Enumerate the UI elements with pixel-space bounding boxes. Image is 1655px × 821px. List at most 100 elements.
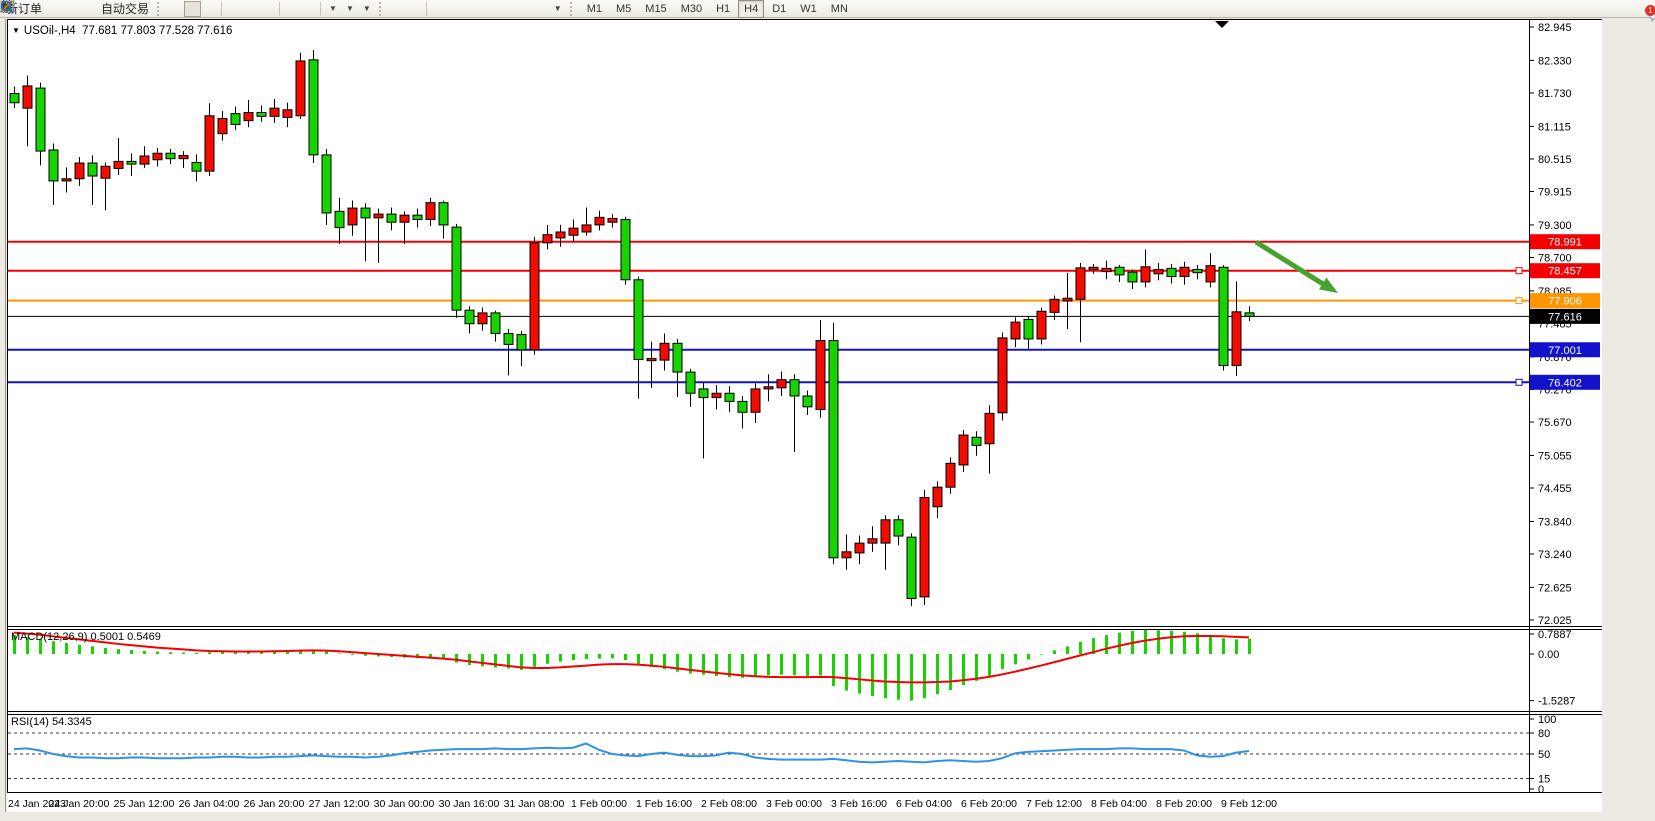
rsi-value: 54.3345: [52, 716, 92, 728]
signals-icon[interactable]: [80, 1, 97, 17]
crosshair-icon[interactable]: [406, 1, 423, 17]
chart-dropdown-icon[interactable]: ▼: [12, 26, 20, 35]
candle-body: [465, 310, 474, 324]
candle-body: [1063, 298, 1072, 301]
hline-handle: [1516, 268, 1522, 274]
chart-ohlc: 77.681 77.803 77.528 77.616: [82, 25, 232, 37]
timeframe-M15[interactable]: M15: [639, 0, 672, 18]
cursor-icon[interactable]: [389, 1, 406, 17]
rsi-indicator-label: RSI(14) 54.3345: [11, 716, 92, 728]
price-tick: 82.330: [1538, 55, 1572, 67]
terminal-icon[interactable]: [63, 1, 80, 17]
toolbar-separator: [221, 2, 222, 16]
chart-canvas[interactable]: 82.94582.33081.73081.11580.51579.91579.3…: [0, 19, 1655, 821]
candle-body: [452, 227, 461, 310]
time-label: 26 Jan 04:00: [179, 798, 240, 810]
price-tick: 79.915: [1538, 187, 1572, 199]
time-label: 8 Feb 04:00: [1091, 798, 1147, 810]
candle-body: [1206, 266, 1215, 282]
timeframe-W1[interactable]: W1: [794, 0, 823, 18]
line-chart-icon[interactable]: [201, 1, 218, 17]
time-label: 8 Feb 20:00: [1156, 798, 1212, 810]
candle-body: [517, 335, 526, 350]
price-tick: 72.025: [1538, 615, 1572, 627]
candle-body: [192, 162, 201, 171]
autotrading-label: 自动交易: [101, 0, 149, 17]
candle-body: [36, 88, 45, 151]
candle-body: [985, 413, 994, 443]
price-line-label-text: 77.001: [1548, 345, 1582, 357]
candle-body: [582, 225, 591, 232]
candle-body: [1219, 267, 1228, 365]
text-icon[interactable]: A: [515, 1, 532, 17]
text-label-icon[interactable]: T: [532, 1, 549, 17]
trendline-icon[interactable]: [464, 1, 481, 17]
hline-handle: [1516, 379, 1522, 385]
profiles-icon[interactable]: [46, 1, 63, 17]
rsi-tick: 50: [1538, 749, 1550, 761]
candle-body: [10, 94, 19, 103]
search-icon[interactable]: [0, 0, 14, 14]
candle-body: [647, 359, 656, 361]
price-tick: 75.670: [1538, 417, 1572, 429]
fibonacci-icon[interactable]: F: [498, 1, 515, 17]
zoom-out-icon[interactable]: [242, 1, 259, 17]
candle-body: [686, 372, 695, 393]
candle-body: [23, 86, 32, 108]
candle-body: [1128, 272, 1137, 282]
rsi-tick: 0: [1538, 784, 1544, 796]
bar-chart-icon[interactable]: [167, 1, 184, 17]
time-label: 6 Feb 20:00: [961, 798, 1017, 810]
timeframe-D1[interactable]: D1: [766, 0, 792, 18]
chart-symbol: USOil-,H4: [24, 25, 76, 37]
toolbar-separator: [279, 2, 280, 16]
candle-body: [972, 437, 981, 445]
price-tick: 80.515: [1538, 154, 1572, 166]
candle-body: [244, 113, 253, 121]
time-label: 24 Jan 20:00: [49, 798, 110, 810]
timeframe-M30[interactable]: M30: [675, 0, 708, 18]
candle-body: [205, 116, 214, 171]
time-label: 2 Feb 08:00: [701, 798, 757, 810]
candlestick-chart-icon[interactable]: [184, 1, 201, 17]
candle-body: [1076, 268, 1085, 299]
zoom-in-icon[interactable]: [225, 1, 242, 17]
equidistant-channel-icon[interactable]: E: [481, 1, 498, 17]
timeframe-H1[interactable]: H1: [710, 0, 736, 18]
horizontal-line-icon[interactable]: [447, 1, 464, 17]
candle-body: [998, 338, 1007, 413]
price-tick: 72.625: [1538, 582, 1572, 594]
candle-body: [608, 218, 617, 222]
new-chart-button[interactable]: ▼: [324, 1, 341, 17]
time-label: 30 Jan 00:00: [374, 798, 435, 810]
toolbar-grip: [157, 2, 164, 16]
rsi-name: RSI(14): [11, 716, 49, 728]
timeframe-M5[interactable]: M5: [610, 0, 637, 18]
candle-body: [829, 341, 838, 558]
candle-body: [1154, 269, 1163, 273]
tile-windows-icon[interactable]: [259, 1, 276, 17]
autotrading-button[interactable]: 自动交易: [97, 1, 153, 17]
periods-button[interactable]: ▼: [341, 1, 358, 17]
price-line-label-text: 78.457: [1548, 266, 1582, 278]
candle-body: [868, 539, 877, 543]
timeframe-toolbar: M1M5M15M30H1H4D1W1MN: [580, 0, 855, 18]
candle-body: [101, 166, 110, 178]
timeframe-M1[interactable]: M1: [581, 0, 608, 18]
candle-body: [348, 208, 357, 225]
timeframe-MN[interactable]: MN: [825, 0, 854, 18]
indicators-button[interactable]: ▼: [358, 1, 375, 17]
arrows-tool-button[interactable]: ▼: [549, 1, 566, 17]
price-tick: 79.300: [1538, 220, 1572, 232]
price-tick: 78.700: [1538, 253, 1572, 265]
candle-body: [426, 203, 435, 220]
timeframe-H4[interactable]: H4: [738, 0, 764, 18]
time-label: 31 Jan 08:00: [504, 798, 565, 810]
candle-body: [803, 396, 812, 407]
step-forward-icon[interactable]: [300, 1, 317, 17]
vertical-line-icon[interactable]: [430, 1, 447, 17]
arrange-windows-icon[interactable]: [283, 1, 300, 17]
candle-body: [49, 150, 58, 181]
candle-body: [257, 113, 266, 117]
candle-body: [270, 108, 279, 116]
